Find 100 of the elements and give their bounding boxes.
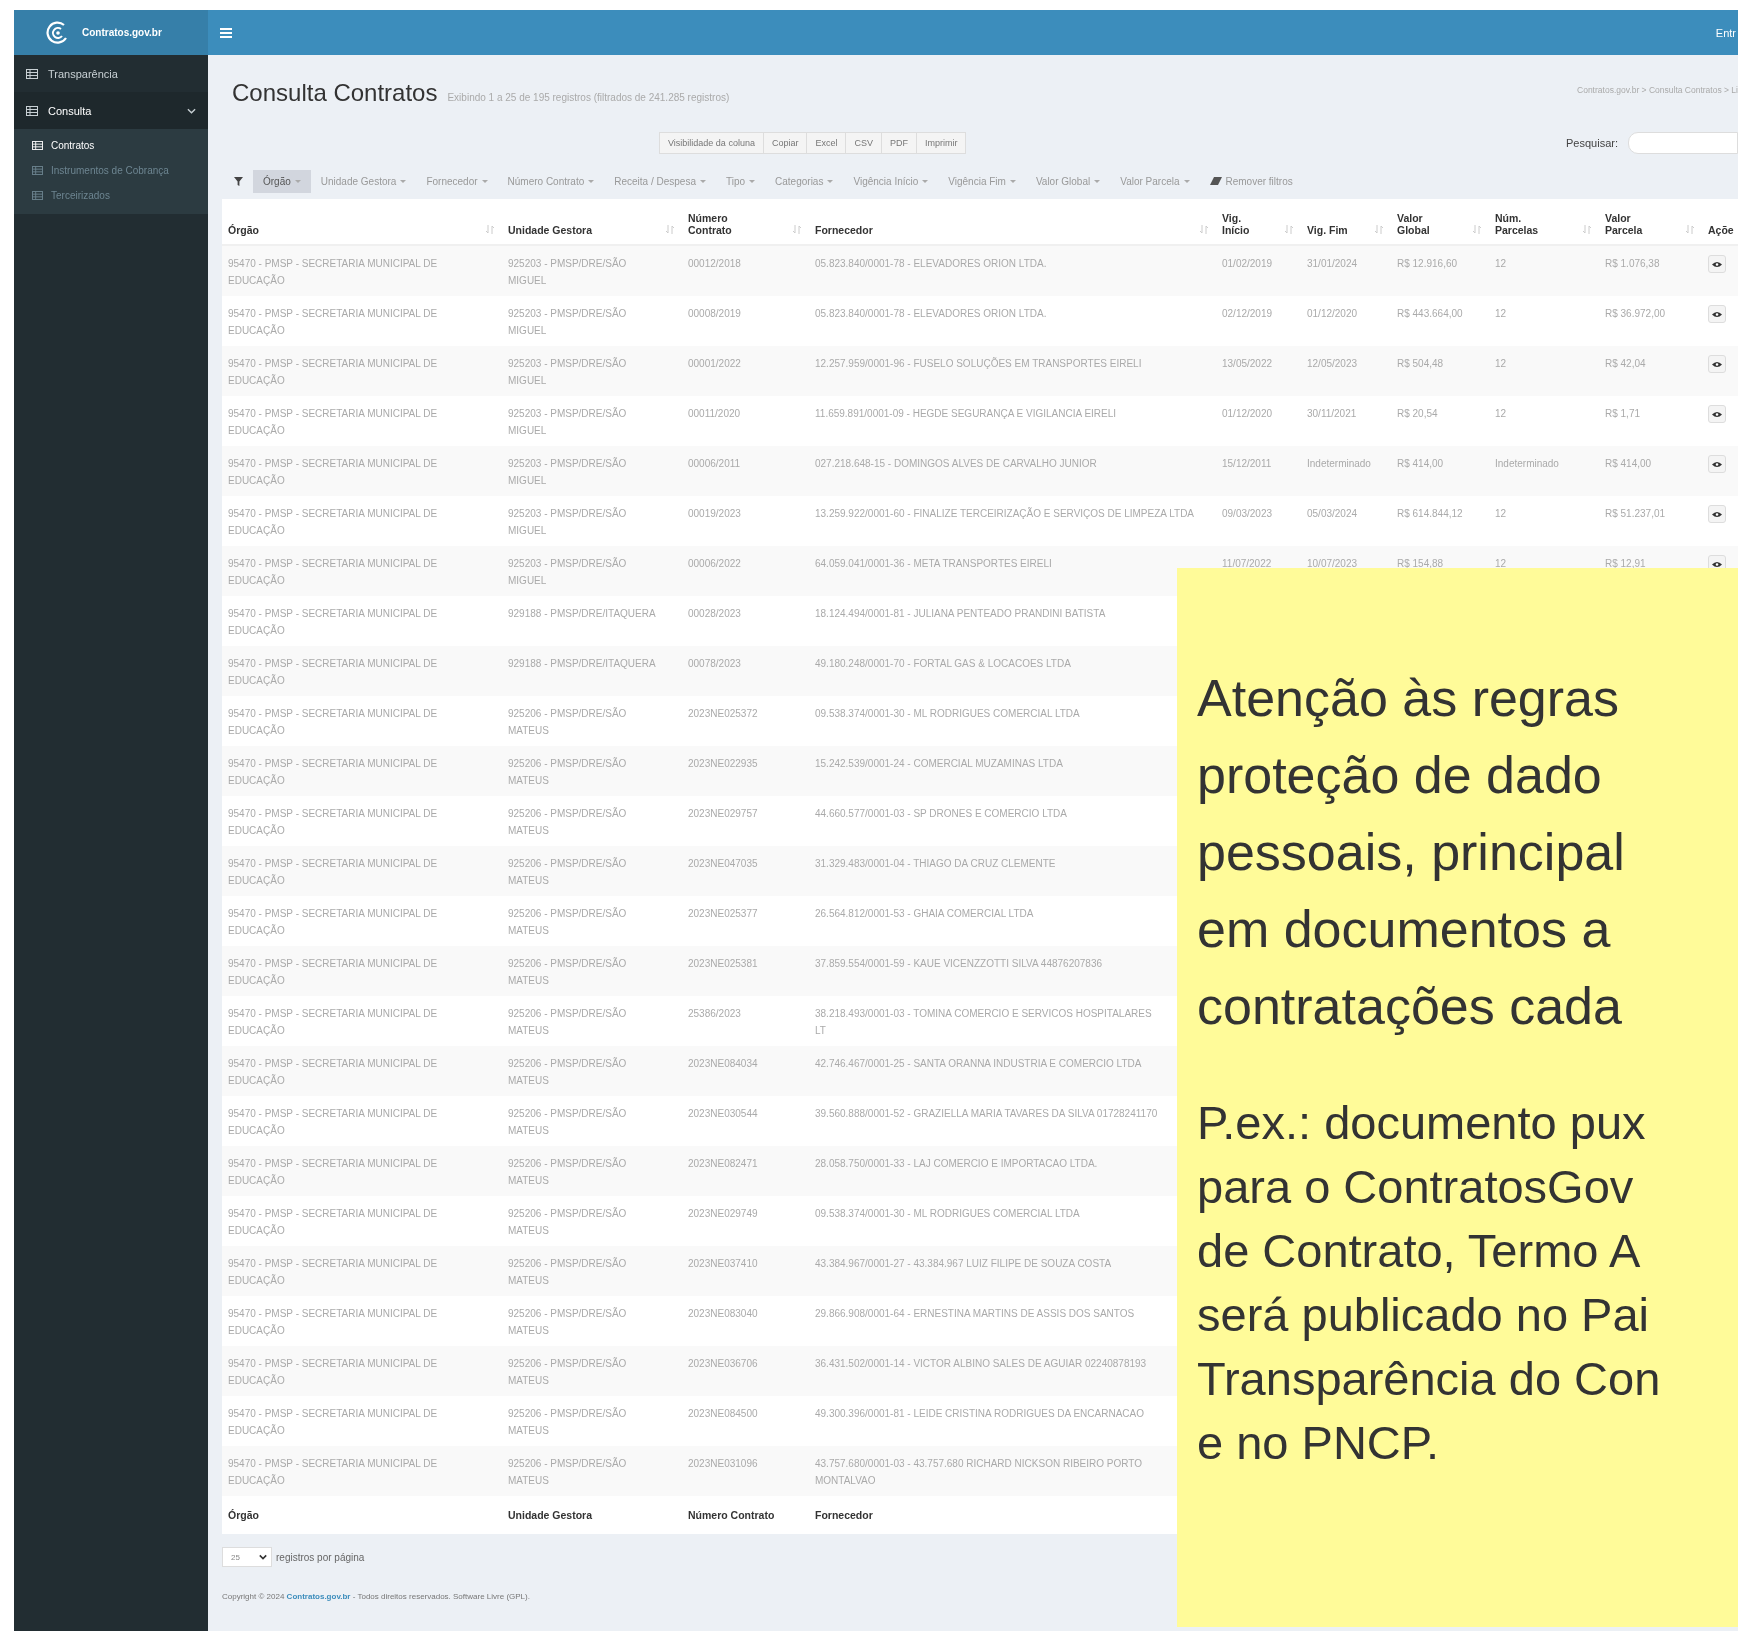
export-button[interactable]: CSV <box>845 132 882 154</box>
filter-dropdown[interactable]: Fornecedor <box>416 169 498 193</box>
table-cell-text: 29.866.908/0001-64 - ERNESTINA MARTINS DE ASSIS DOS SANTOS <box>815 1307 1135 1321</box>
table-cell-text: 925206 - PMSP/DRE/SÃO MATEUS <box>508 706 628 738</box>
filter-dropdown[interactable]: Vigência Início <box>843 169 939 193</box>
table-cell-text: R$ 414,00 <box>1605 457 1652 471</box>
table-cell-text: 12 <box>1495 507 1507 521</box>
table-cell-text: 925206 - PMSP/DRE/SÃO MATEUS <box>508 1156 628 1188</box>
notice-heading-line: proteção de dado <box>1197 745 1603 806</box>
view-button[interactable] <box>1708 505 1726 523</box>
sidebar-item[interactable]: Consulta <box>14 92 208 129</box>
submenu-item[interactable]: Contratos <box>14 133 208 158</box>
caret-icon <box>1009 179 1016 183</box>
table-cell-text: 18.124.494/0001-81 - JULIANA PENTEADO PRANDINI BATISTA <box>815 607 1106 621</box>
table-cell-text: 925203 - PMSP/DRE/SÃO MIGUEL <box>508 506 628 538</box>
table-cell-text: 28.058.750/0001-33 - LAJ COMERCIO E IMPORTACAO LTDA. <box>815 1157 1098 1171</box>
table-cell-text: 95470 - PMSP - SECRETARIA MUNICIPAL DE EDUCAÇÃO <box>228 707 438 738</box>
table-cell-text: 95470 - PMSP - SECRETARIA MUNICIPAL DE EDUCAÇÃO <box>228 1007 438 1038</box>
table-cell-text: 95470 - PMSP - SECRETARIA MUNICIPAL DE EDUCAÇÃO <box>228 607 438 638</box>
table-cell-text: 26.564.812/0001-53 - GHAIA COMERCIAL LTDA <box>815 907 1034 921</box>
brand-name: Contratos.gov.br <box>82 27 162 38</box>
table-cell-text: 95470 - PMSP - SECRETARIA MUNICIPAL DE EDUCAÇÃO <box>228 1107 438 1138</box>
sort-icon[interactable] <box>666 225 674 234</box>
view-button[interactable] <box>1708 305 1726 323</box>
table-cell-text: 05.823.840/0001-78 - ELEVADORES ORION LTDA. <box>815 257 1047 271</box>
submenu-item[interactable]: Terceirizados <box>14 183 208 208</box>
export-button[interactable]: Excel <box>806 132 847 154</box>
filter-dropdown[interactable]: Valor Global <box>1025 169 1111 193</box>
remove-filters-button[interactable]: Remover filtros <box>1199 169 1303 193</box>
table-cell-text: Indeterminado <box>1307 457 1371 471</box>
search-label: Pesquisar: <box>1566 137 1618 149</box>
filter-dropdown[interactable]: Unidade Gestora <box>310 169 417 193</box>
page-size-select[interactable]: 25 <box>222 1547 272 1567</box>
column-header[interactable]: Vig. Início <box>1222 212 1262 236</box>
column-header[interactable]: Vig. Fim <box>1307 224 1348 236</box>
menu-icon[interactable] <box>220 27 232 38</box>
filter-dropdown[interactable]: Receita / Despesa <box>604 169 716 193</box>
sort-icon[interactable] <box>486 225 494 234</box>
column-header[interactable]: Número Contrato <box>688 212 748 236</box>
table-cell-text: 95470 - PMSP - SECRETARIA MUNICIPAL DE EDUCAÇÃO <box>228 657 438 688</box>
table-cell-text: 925203 - PMSP/DRE/SÃO MIGUEL <box>508 456 628 488</box>
export-button[interactable]: PDF <box>880 132 917 154</box>
logo-icon <box>46 20 70 45</box>
table-cell-text: 11/07/2022 <box>1222 557 1272 571</box>
column-footer: Número Contrato <box>688 1509 775 1521</box>
table-cell-text: 925206 - PMSP/DRE/SÃO MATEUS <box>508 956 628 988</box>
export-button[interactable]: Copiar <box>762 132 808 154</box>
chevron-icon <box>259 1554 267 1560</box>
table-cell-text: 95470 - PMSP - SECRETARIA MUNICIPAL DE EDUCAÇÃO <box>228 857 438 888</box>
filter-dropdown[interactable]: Vigência Fim <box>938 169 1026 193</box>
table-cell-text: 925206 - PMSP/DRE/SÃO MATEUS <box>508 1056 628 1088</box>
column-footer: Unidade Gestora <box>508 1509 593 1521</box>
caret-icon <box>827 179 834 183</box>
search-field[interactable] <box>1628 132 1738 154</box>
column-header[interactable]: Fornecedor <box>815 224 873 236</box>
filter-dropdown[interactable]: Número Contrato <box>497 169 605 193</box>
table-cell-text: 925203 - PMSP/DRE/SÃO MIGUEL <box>508 256 628 288</box>
sort-icon[interactable] <box>1200 225 1208 234</box>
export-button[interactable]: Imprimir <box>915 132 967 154</box>
table-icon <box>32 191 43 200</box>
sort-icon[interactable] <box>793 225 801 234</box>
view-button[interactable] <box>1708 455 1726 473</box>
view-button[interactable] <box>1708 405 1726 423</box>
notice-heading-line: pessoais, principal <box>1197 822 1626 883</box>
table-cell-text: 925206 - PMSP/DRE/SÃO MATEUS <box>508 806 628 838</box>
table-cell-text: 2023NE029757 <box>688 807 758 821</box>
sort-icon[interactable] <box>1473 225 1481 234</box>
column-header[interactable]: Valor Global <box>1397 212 1447 236</box>
column-header[interactable]: Açõe <box>1708 224 1734 236</box>
column-header[interactable]: Órgão <box>228 224 259 236</box>
submenu-item[interactable]: Instrumentos de Cobrança <box>14 158 208 183</box>
table-cell-text: 05.823.840/0001-78 - ELEVADORES ORION LTDA. <box>815 307 1047 321</box>
notice-heading-line: contratações cada <box>1197 976 1623 1037</box>
table-cell-text: 25386/2023 <box>688 1007 741 1021</box>
notice-body-line: P.ex.: documento pux <box>1197 1095 1647 1151</box>
table-cell-text: 43.384.967/0001-27 - 43.384.967 LUIZ FILIPE DE SOUZA COSTA <box>815 1257 1112 1271</box>
view-button[interactable] <box>1708 355 1726 373</box>
column-header[interactable]: Valor Parcela <box>1605 212 1655 236</box>
table-cell-text: 925206 - PMSP/DRE/SÃO MATEUS <box>508 756 628 788</box>
table-cell-text: 95470 - PMSP - SECRETARIA MUNICIPAL DE EDUCAÇÃO <box>228 257 438 288</box>
table-cell-text: 95470 - PMSP - SECRETARIA MUNICIPAL DE EDUCAÇÃO <box>228 407 438 438</box>
sort-icon[interactable] <box>1686 225 1694 234</box>
column-header[interactable]: Unidade Gestora <box>508 224 593 236</box>
filter-dropdown[interactable]: Órgão <box>253 169 311 193</box>
site-link[interactable]: Contratos.gov.br <box>286 1592 351 1601</box>
filter-dropdown[interactable]: Valor Parcela <box>1110 169 1200 193</box>
export-button[interactable]: Visibilidade da coluna <box>659 132 764 154</box>
filter-dropdown[interactable]: Categorias <box>765 169 844 193</box>
column-header[interactable]: Núm. Parcelas <box>1495 212 1555 236</box>
sort-icon[interactable] <box>1285 225 1293 234</box>
filter-dropdown[interactable]: Tipo <box>715 169 766 193</box>
table-cell-text: 31/01/2024 <box>1307 257 1358 271</box>
table-cell-text: 10/07/2023 <box>1307 557 1358 571</box>
login-link[interactable]: Entr <box>1715 26 1738 39</box>
sort-icon[interactable] <box>1583 225 1591 234</box>
sidebar-item[interactable]: Transparência <box>14 55 208 92</box>
sort-icon[interactable] <box>1375 225 1383 234</box>
view-button[interactable] <box>1708 255 1726 273</box>
page-size-label: registros por página <box>276 1551 365 1563</box>
table-cell-text: 95470 - PMSP - SECRETARIA MUNICIPAL DE EDUCAÇÃO <box>228 807 438 838</box>
